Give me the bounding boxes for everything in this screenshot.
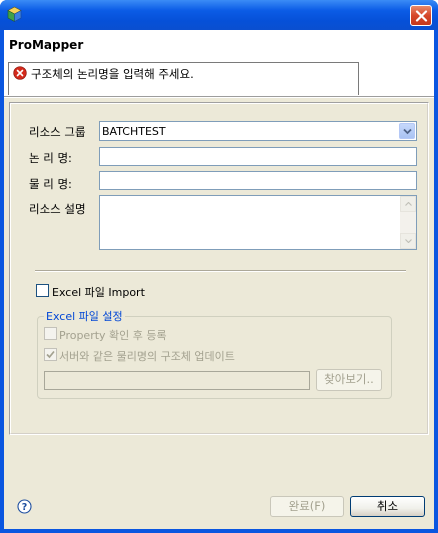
close-icon	[415, 10, 428, 22]
excel-settings-legend: Excel 파일 설정	[44, 308, 125, 324]
logical-name-label: 논 리 명:	[29, 151, 72, 165]
dialog-header: ProMapper 구조체의 논리명을 입력해 주세요.	[4, 30, 434, 98]
excel-import-label: Excel 파일 Import	[52, 286, 145, 299]
logical-name-input[interactable]	[99, 147, 417, 166]
excel-import-checkbox[interactable]	[36, 284, 49, 297]
header-divider	[4, 96, 434, 97]
resource-group-label: 리소스 그룹	[29, 125, 86, 139]
error-icon	[13, 66, 27, 80]
title-bar[interactable]	[0, 0, 438, 30]
help-icon: ?	[17, 499, 32, 514]
scroll-down-button[interactable]	[400, 233, 416, 249]
browse-button[interactable]: 찾아보기..	[316, 369, 382, 391]
error-message-text: 구조체의 논리명을 입력해 주세요.	[31, 67, 194, 81]
cancel-button[interactable]: 취소	[350, 496, 425, 517]
checkmark-icon	[46, 350, 55, 359]
finish-button[interactable]: 완료(F)	[270, 496, 344, 517]
chevron-up-icon	[405, 202, 412, 206]
chevron-down-icon	[403, 128, 412, 135]
physical-name-input[interactable]	[99, 171, 417, 190]
error-message-box: 구조체의 논리명을 입력해 주세요.	[8, 62, 359, 95]
property-confirm-checkbox[interactable]	[44, 327, 57, 340]
property-confirm-label: Property 확인 후 등록	[59, 329, 167, 342]
update-structure-checkbox[interactable]	[44, 348, 57, 361]
physical-name-label: 물 리 명:	[29, 177, 72, 191]
scroll-up-button[interactable]	[400, 196, 416, 212]
close-button[interactable]	[410, 5, 432, 26]
excel-file-path-input[interactable]	[44, 371, 310, 390]
dialog-client-area: ProMapper 구조체의 논리명을 입력해 주세요. 리소스 그룹 BATC…	[4, 30, 434, 529]
resource-group-value: BATCHTEST	[102, 125, 166, 138]
resource-group-select[interactable]: BATCHTEST	[99, 121, 417, 141]
svg-text:?: ?	[22, 502, 28, 513]
section-divider	[35, 270, 406, 272]
vertical-scrollbar[interactable]	[400, 196, 416, 249]
dropdown-button[interactable]	[399, 123, 415, 139]
form-panel: 리소스 그룹 BATCHTEST 논 리 명: 물 리 명: 리소스 설명 Ex…	[9, 102, 429, 435]
resource-description-label: 리소스 설명	[29, 202, 86, 216]
update-structure-label: 서버와 같은 물리명의 구조체 업데이트	[59, 350, 235, 363]
app-cube-icon	[7, 6, 22, 23]
resource-description-textarea[interactable]	[99, 195, 417, 250]
dialog-title: ProMapper	[9, 38, 84, 52]
chevron-down-icon	[405, 239, 412, 243]
dialog-window: ProMapper 구조체의 논리명을 입력해 주세요. 리소스 그룹 BATC…	[0, 0, 438, 533]
help-button[interactable]: ?	[17, 499, 32, 514]
